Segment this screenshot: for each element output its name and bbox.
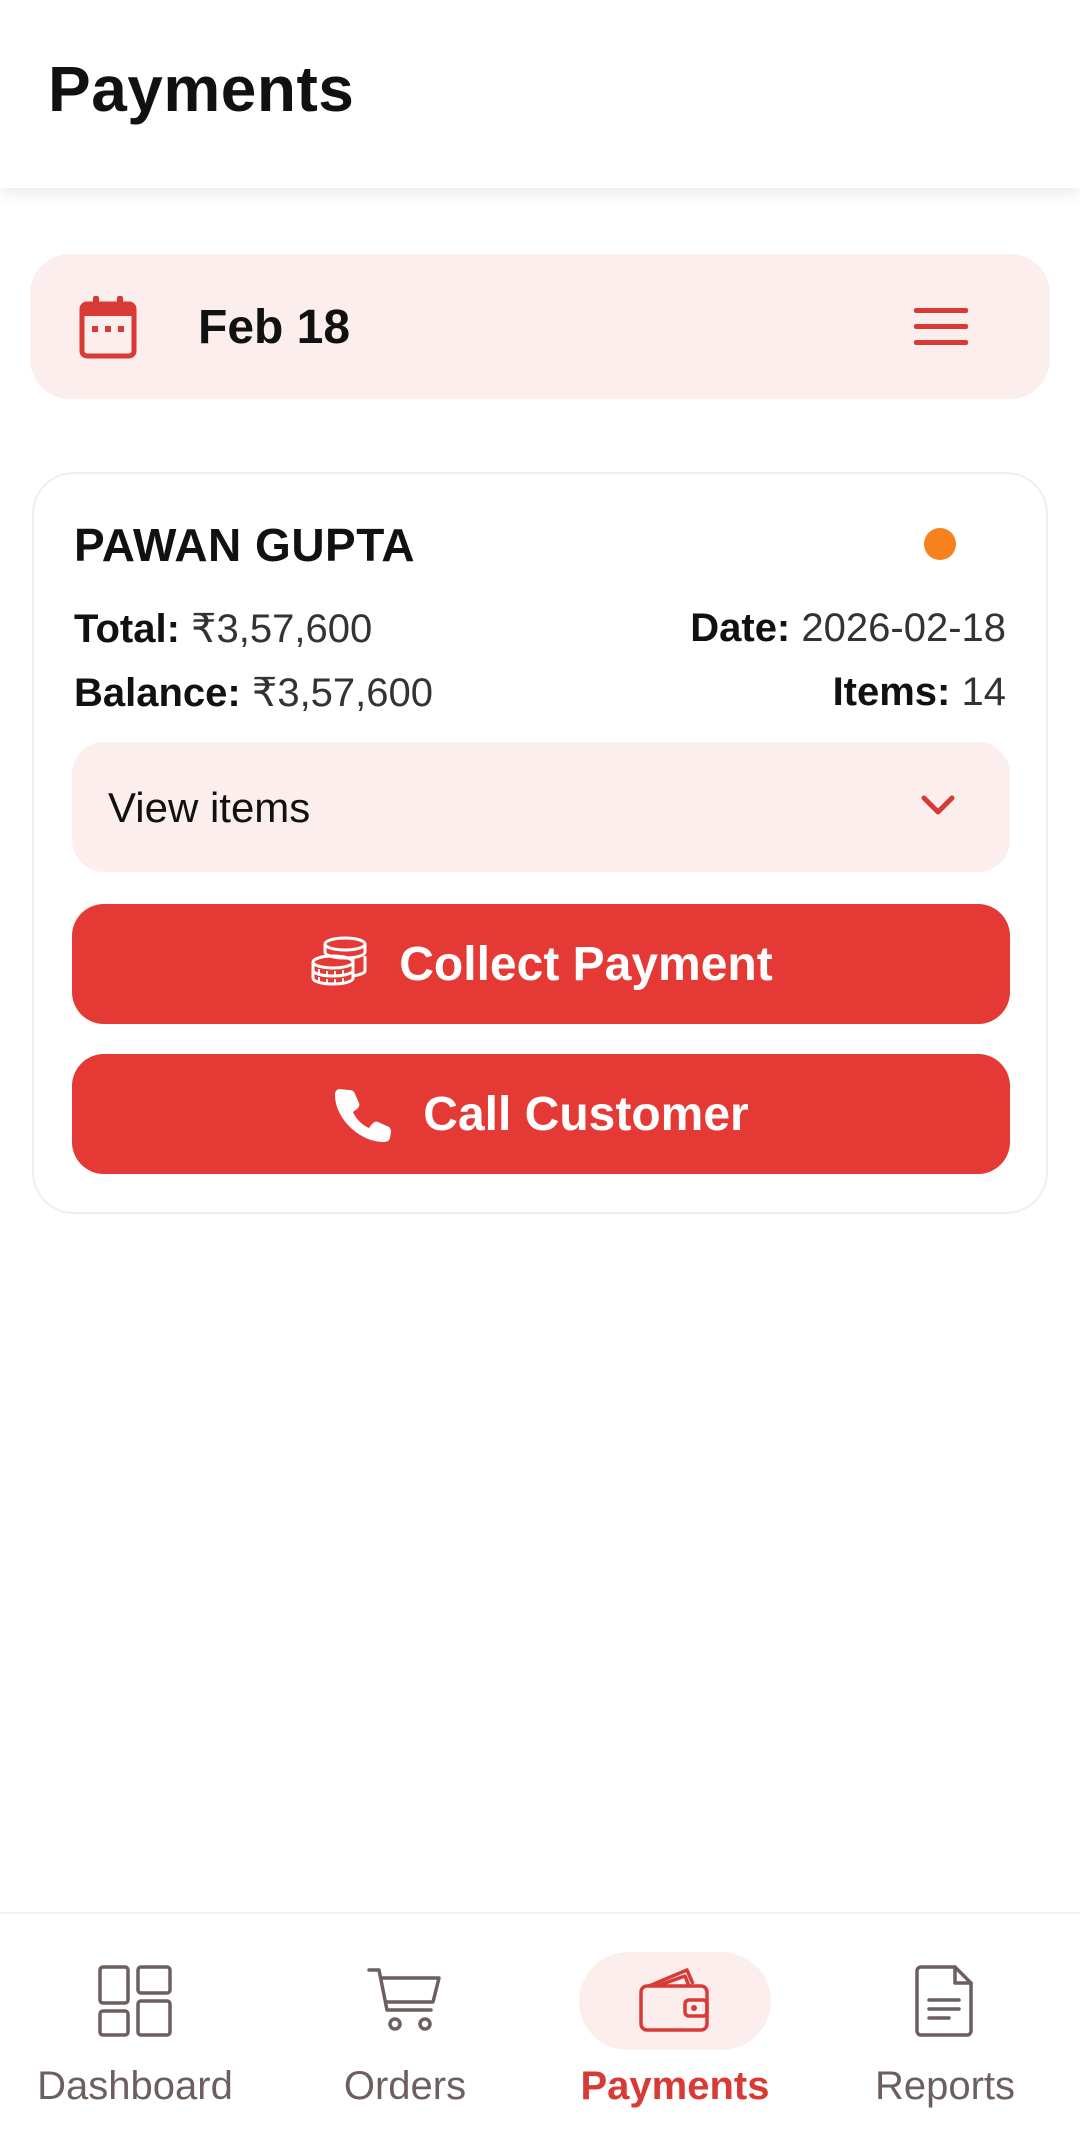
phone-icon [335, 1089, 392, 1142]
nav-item-payments[interactable]: Payments [540, 1914, 810, 2138]
chevron-down-icon [921, 795, 955, 815]
app-header: Payments [0, 0, 1080, 188]
items-row: Items: 14 [833, 670, 1006, 715]
bottom-nav: Dashboard Orders Payments Reports [0, 1912, 1080, 2138]
nav-item-orders[interactable]: Orders [270, 1914, 540, 2138]
total-label: Total: [74, 607, 180, 651]
view-items-toggle[interactable]: View items [72, 742, 1010, 872]
cart-icon [367, 1968, 441, 2031]
nav-label-orders: Orders [343, 2064, 467, 2108]
items-value: 14 [961, 670, 1007, 714]
menu-icon[interactable] [910, 296, 976, 358]
balance-value: ₹3,57,600 [251, 671, 434, 715]
order-card: PAWAN GUPTA Total: ₹3,57,600 Date: 2026-… [32, 472, 1048, 1214]
date-value: 2026-02-18 [801, 606, 1006, 650]
dashboard-icon [98, 1965, 172, 2037]
date-filter-bar[interactable]: Feb 18 [30, 254, 1050, 399]
balance-row: Balance: ₹3,57,600 [74, 670, 433, 716]
wallet-icon [639, 1968, 709, 2032]
nav-label-reports: Reports [874, 2064, 1016, 2108]
customer-name: PAWAN GUPTA [74, 519, 416, 571]
collect-payment-label: Collect Payment [399, 937, 773, 991]
call-customer-button[interactable]: Call Customer [72, 1054, 1010, 1174]
status-indicator [924, 528, 956, 560]
call-customer-label: Call Customer [423, 1087, 749, 1141]
view-items-label: View items [108, 784, 311, 831]
collect-payment-button[interactable]: Collect Payment [72, 904, 1010, 1024]
total-value: ₹3,57,600 [191, 607, 373, 651]
items-label: Items: [832, 670, 951, 714]
date-label: Date: [690, 606, 791, 650]
document-icon [915, 1965, 973, 2037]
page-title: Payments [48, 53, 355, 125]
balance-label: Balance: [74, 671, 241, 715]
calendar-icon [79, 296, 137, 359]
coins-icon [311, 936, 367, 986]
nav-item-reports[interactable]: Reports [810, 1914, 1080, 2138]
date-row: Date: 2026-02-18 [690, 606, 1006, 651]
total-row: Total: ₹3,57,600 [74, 606, 372, 652]
nav-label-dashboard: Dashboard [37, 2064, 233, 2108]
date-label: Feb 18 [198, 301, 351, 354]
nav-label-payments: Payments [580, 2064, 770, 2108]
nav-item-dashboard[interactable]: Dashboard [0, 1914, 270, 2138]
